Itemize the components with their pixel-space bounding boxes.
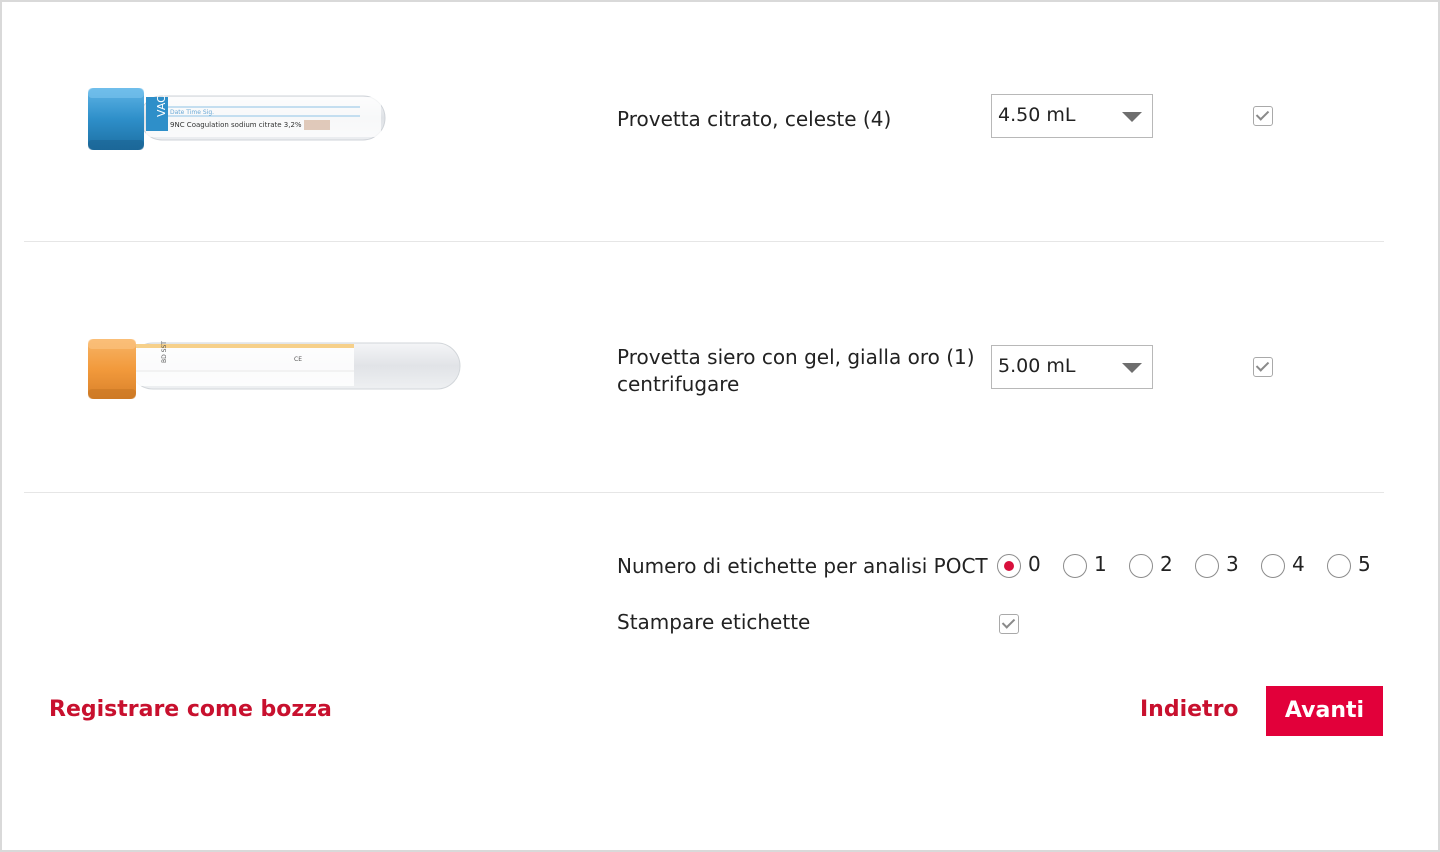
save-draft-link[interactable]: Registrare come bozza	[49, 697, 332, 722]
poct-radio-label: 2	[1160, 552, 1173, 576]
tube-row-serum: BD SST CE Provetta siero con gel, gialla…	[24, 251, 1384, 493]
poct-radio-label: 5	[1358, 552, 1371, 576]
poct-radio-label: 1	[1094, 552, 1107, 576]
poct-radio-label: 0	[1028, 552, 1041, 576]
radio-circle	[1129, 554, 1153, 578]
serum-volume-value: 5.00 mL	[998, 355, 1076, 377]
radio-circle	[997, 554, 1021, 578]
svg-text:Date Time Sig.: Date Time Sig.	[170, 109, 214, 116]
poct-radio-label: 4	[1292, 552, 1305, 576]
svg-text:CE: CE	[294, 356, 302, 363]
row-divider	[24, 492, 1384, 493]
radio-circle	[1063, 554, 1087, 578]
check-icon	[1255, 358, 1270, 372]
radio-circle	[1327, 554, 1351, 578]
svg-text:VAC: VAC	[155, 95, 168, 117]
radio-selected-dot	[1004, 561, 1014, 571]
serum-tube-image: BD SST CE	[88, 339, 461, 399]
serum-tube-label-line2: centrifugare	[617, 372, 740, 396]
next-button[interactable]: Avanti	[1266, 686, 1383, 736]
citrate-tube-checkbox[interactable]	[1253, 106, 1273, 126]
tube-row-citrate: VAC Date Time Sig. 9NC Coagulation sodiu…	[24, 0, 1384, 242]
row-divider	[24, 241, 1384, 242]
poct-radio-label: 3	[1226, 552, 1239, 576]
chevron-down-icon	[1122, 112, 1142, 122]
svg-text:BD SST: BD SST	[161, 341, 168, 363]
check-icon	[1001, 615, 1016, 629]
citrate-volume-select[interactable]: 4.50 mL	[991, 94, 1153, 138]
back-link[interactable]: Indietro	[1140, 697, 1239, 722]
serum-volume-select[interactable]: 5.00 mL	[991, 345, 1153, 389]
print-labels-label: Stampare etichette	[617, 610, 811, 634]
chevron-down-icon	[1122, 363, 1142, 373]
check-icon	[1255, 107, 1270, 121]
citrate-tube-label: Provetta citrato, celeste (4)	[617, 107, 892, 131]
citrate-volume-value: 4.50 mL	[998, 104, 1076, 126]
print-labels-checkbox[interactable]	[999, 614, 1019, 634]
radio-circle	[1261, 554, 1285, 578]
citrate-tube-image: VAC Date Time Sig. 9NC Coagulation sodiu…	[88, 88, 386, 150]
serum-tube-label: Provetta siero con gel, gialla oro (1) c…	[617, 344, 975, 398]
poct-radio-group: 0 1 2 3 4 5	[997, 552, 1387, 582]
serum-tube-checkbox[interactable]	[1253, 357, 1273, 377]
poct-label: Numero di etichette per analisi POCT	[617, 554, 988, 578]
serum-tube-label-line1: Provetta siero con gel, gialla oro (1)	[617, 345, 975, 369]
radio-circle	[1195, 554, 1219, 578]
svg-text:9NC Coagulation sodium citrate: 9NC Coagulation sodium citrate 3,2%	[170, 121, 302, 129]
